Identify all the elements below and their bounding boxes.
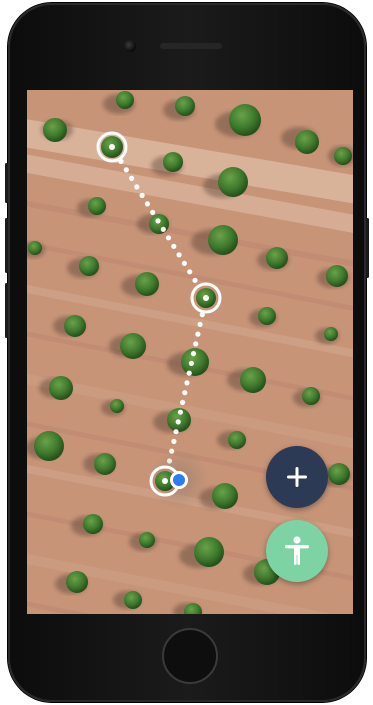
tree: [113, 591, 142, 609]
phone-volume-down-button: [5, 283, 8, 338]
add-button[interactable]: [266, 446, 328, 508]
route-dot: [176, 252, 182, 258]
route-dot: [193, 341, 199, 347]
route-dot: [184, 380, 190, 386]
route-dot: [175, 419, 181, 425]
route-dot: [192, 277, 198, 283]
front-camera: [124, 40, 136, 52]
earpiece-speaker: [160, 43, 222, 49]
phone-volume-up-button: [5, 218, 8, 273]
route-dot: [190, 351, 197, 357]
route-dot: [173, 429, 179, 435]
route-dot: [187, 269, 193, 275]
route-dot: [171, 243, 177, 249]
route-dot: [177, 409, 183, 415]
accessibility-button[interactable]: [266, 520, 328, 582]
route-dot: [155, 218, 161, 224]
route-dot: [182, 390, 188, 396]
home-button[interactable]: [162, 628, 218, 684]
route-dot: [181, 260, 187, 266]
tree: [217, 431, 246, 449]
route-dot: [165, 235, 172, 241]
route-dot: [180, 399, 186, 405]
route-dot: [129, 175, 135, 181]
route-dot: [195, 331, 201, 337]
route-dot: [134, 184, 140, 190]
plus-icon: [287, 467, 307, 487]
route-dot: [144, 201, 150, 207]
route-dot: [197, 321, 203, 327]
route-dot: [188, 360, 194, 366]
route-dot: [139, 192, 145, 198]
route-dot: [123, 167, 129, 173]
phone-side-button: [5, 163, 8, 203]
route-dot: [186, 370, 192, 376]
phone-power-button: [366, 218, 369, 278]
route-dot: [160, 226, 166, 232]
current-location-icon: [170, 471, 188, 489]
route-dot: [150, 209, 156, 215]
route-dot: [171, 438, 177, 444]
accessibility-icon: [285, 536, 309, 565]
